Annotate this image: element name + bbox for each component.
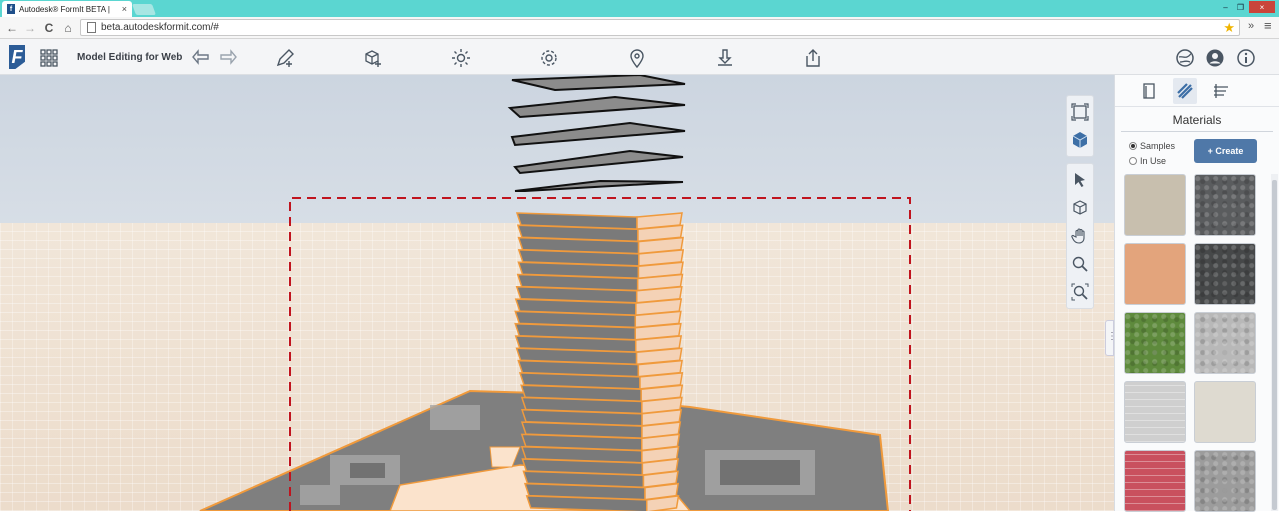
page-icon	[87, 22, 96, 33]
orbit-icon[interactable]	[1067, 194, 1093, 222]
address-bar[interactable]: beta.autodeskformit.com/# ★	[80, 19, 1240, 36]
import-icon[interactable]	[714, 47, 736, 69]
panel-tabs	[1115, 75, 1279, 107]
floor-plates-above[interactable]	[507, 75, 686, 192]
radio-in-use-label: In Use	[1140, 155, 1167, 166]
home-button[interactable]: ⌂	[60, 20, 76, 36]
reload-button[interactable]: C	[41, 20, 57, 36]
forward-button[interactable]: →	[22, 20, 38, 36]
material-swatch-gravel[interactable]	[1194, 450, 1256, 512]
radio-in-use-dot[interactable]	[1129, 156, 1137, 165]
maximize-button[interactable]: ❐	[1234, 1, 1247, 13]
tab-materials[interactable]	[1173, 77, 1197, 104]
window-controls: – ❐ ×	[1219, 1, 1275, 13]
panel-resize-handle[interactable]	[1105, 320, 1114, 356]
swatch-scrollbar[interactable]	[1271, 174, 1278, 511]
zoom-extents-icon[interactable]	[1067, 98, 1093, 126]
material-swatch-grass[interactable]	[1124, 312, 1186, 374]
view-tools	[1066, 95, 1094, 315]
radio-samples[interactable]: Samples	[1129, 138, 1175, 153]
material-filter: Samples In Use	[1129, 138, 1175, 168]
back-button[interactable]: ←	[4, 20, 20, 36]
pan-hand-icon[interactable]	[1067, 222, 1093, 250]
radio-in-use[interactable]: In Use	[1129, 153, 1175, 168]
tower-mass[interactable]	[514, 212, 685, 511]
3d-viewport[interactable]	[0, 75, 1114, 511]
material-swatch-cream-plaster[interactable]	[1194, 381, 1256, 443]
url-text: beta.autodeskformit.com/#	[101, 22, 219, 33]
select-cursor-icon[interactable]	[1067, 166, 1093, 194]
radio-samples-label: Samples	[1140, 140, 1176, 151]
3d-scene[interactable]	[0, 75, 1114, 511]
grid-menu-icon[interactable]	[38, 47, 60, 69]
tab-levels[interactable]	[1209, 78, 1233, 104]
bookmark-star-icon[interactable]: ★	[1223, 20, 1235, 36]
undo-icon[interactable]	[190, 47, 212, 69]
tab-properties[interactable]	[1137, 78, 1161, 104]
tab-close-icon[interactable]: ×	[122, 4, 127, 14]
app-toolbar: F Model Editing for Web	[0, 39, 1279, 75]
page-title: Model Editing for Web	[77, 52, 183, 63]
zoom-window-icon[interactable]	[1067, 278, 1093, 306]
add-solid-icon[interactable]	[362, 47, 384, 69]
create-material-button[interactable]: + Create	[1194, 139, 1257, 163]
globe-icon[interactable]	[1174, 47, 1196, 69]
radio-samples-dot[interactable]	[1129, 141, 1137, 150]
new-tab-button[interactable]	[131, 4, 157, 15]
panel-title: Materials	[1172, 113, 1222, 127]
settings-gear-icon[interactable]	[538, 47, 560, 69]
location-pin-icon[interactable]	[626, 47, 648, 69]
material-swatch-light-grey-brick[interactable]	[1124, 381, 1186, 443]
browser-tab[interactable]: f Autodesk® FormIt BETA | ×	[2, 1, 132, 17]
close-window-button[interactable]: ×	[1249, 1, 1275, 13]
material-swatch-red-brick[interactable]	[1124, 450, 1186, 512]
material-swatches	[1124, 174, 1264, 512]
title-divider	[1121, 131, 1273, 132]
info-icon[interactable]	[1235, 47, 1257, 69]
material-swatch-charcoal-stone[interactable]	[1194, 243, 1256, 305]
browser-navbar: ← → C ⌂ beta.autodeskformit.com/# ★ » ≡	[0, 17, 1279, 39]
minimize-button[interactable]: –	[1219, 1, 1232, 13]
lighting-sun-icon[interactable]	[450, 47, 472, 69]
formit-favicon-icon: f	[7, 4, 15, 14]
extensions-overflow-button[interactable]: »	[1248, 20, 1254, 32]
material-swatch-grey-stone-wall[interactable]	[1194, 312, 1256, 374]
browser-menu-button[interactable]: ≡	[1264, 18, 1272, 33]
material-swatch-dark-granite[interactable]	[1194, 174, 1256, 236]
tab-title: Autodesk® FormIt BETA |	[19, 4, 110, 14]
browser-tab-strip: f Autodesk® FormIt BETA | × – ❐ ×	[0, 0, 1279, 17]
share-export-icon[interactable]	[802, 47, 824, 69]
redo-icon[interactable]	[217, 47, 239, 69]
formit-logo[interactable]: F	[9, 45, 25, 69]
materials-panel: Materials Samples In Use + Create	[1114, 75, 1279, 512]
view-cube-icon[interactable]	[1067, 126, 1093, 154]
user-account-icon[interactable]	[1204, 47, 1226, 69]
material-swatch-terracotta[interactable]	[1124, 243, 1186, 305]
material-swatch-beige-stucco[interactable]	[1124, 174, 1186, 236]
sketch-pencil-icon[interactable]	[274, 47, 296, 69]
zoom-icon[interactable]	[1067, 250, 1093, 278]
